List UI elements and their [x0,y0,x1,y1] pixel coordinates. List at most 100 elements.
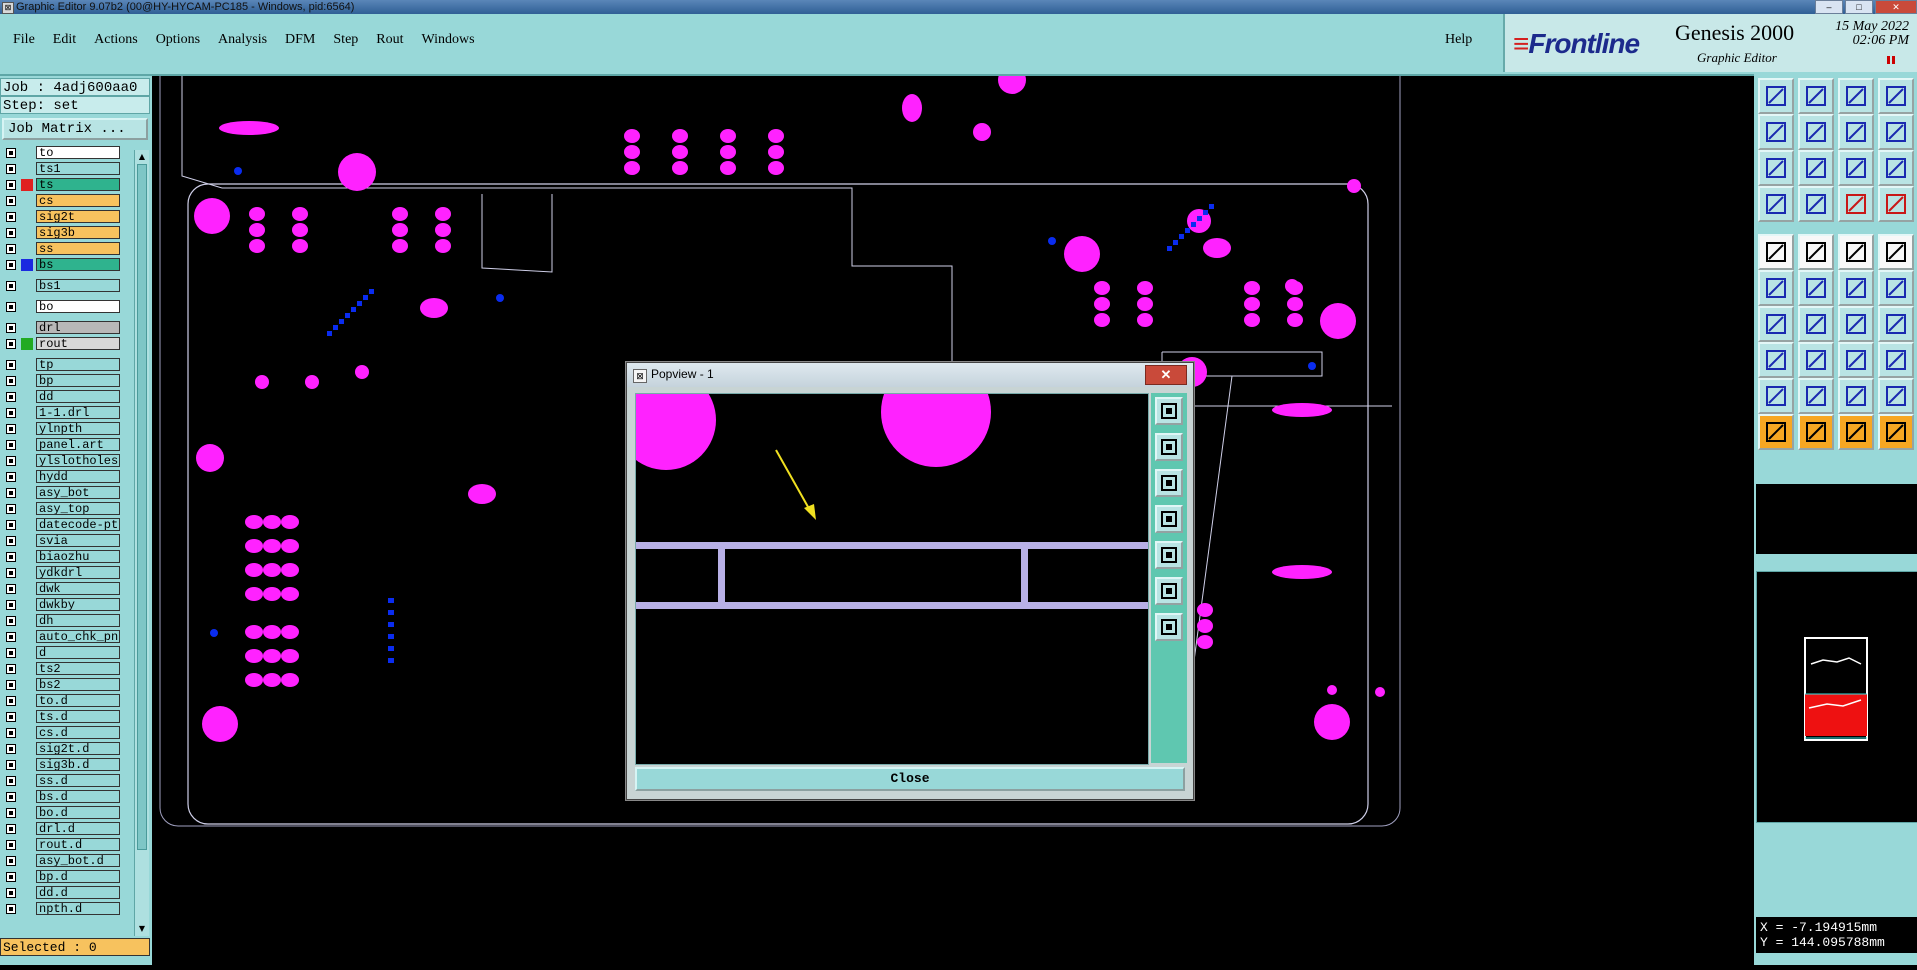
layer-row[interactable]: dwk [0,582,124,596]
arc-shape-edit-icon[interactable] [1878,378,1914,414]
layer-display-color[interactable] [21,338,33,350]
popview-title-bar[interactable]: ⊠ Popview - 1 ✕ [627,363,1193,387]
layer-name[interactable]: sig2t [36,210,120,223]
layer-name[interactable]: ss [36,242,120,255]
layer-row[interactable]: drl.d [0,822,124,836]
layer-row[interactable]: ylslotholes [0,454,124,468]
layer-row[interactable]: ts1 [0,162,124,176]
line-add-icon[interactable] [1758,306,1794,342]
layer-checkbox[interactable] [6,424,16,434]
minimize-button[interactable]: – [1815,0,1843,14]
layer-row[interactable]: sig3b.d [0,758,124,772]
layer-checkbox[interactable] [6,904,16,914]
layer-name[interactable]: bo.d [36,806,120,819]
layer-name[interactable]: rout.d [36,838,120,851]
layer-row[interactable]: datecode-pte [0,518,124,532]
layer-row[interactable]: ss.d [0,774,124,788]
layer-name[interactable]: bs1 [36,279,120,292]
menu-analysis[interactable]: Analysis [217,28,268,52]
layer-checkbox[interactable] [6,584,16,594]
layer-row[interactable]: asy_top [0,502,124,516]
layer-name[interactable]: 1-1.drl [36,406,120,419]
menu-help[interactable]: Help [1445,32,1472,48]
layer-name[interactable]: dd [36,390,120,403]
menu-file[interactable]: File [12,28,36,52]
triangle-edit-icon[interactable] [1798,378,1834,414]
redo-icon[interactable] [1878,114,1914,150]
menu-rout[interactable]: Rout [375,28,404,52]
layer-checkbox[interactable] [6,376,16,386]
align-icon[interactable] [1838,342,1874,378]
layer-name[interactable]: bs [36,258,120,271]
layer-row[interactable]: svia [0,534,124,548]
layer-row[interactable]: biaozhu [0,550,124,564]
layer-row[interactable]: sig3b [0,226,124,240]
node-delete-icon[interactable] [1798,270,1834,306]
layer-checkbox[interactable] [6,323,16,333]
layer-row[interactable]: ts.d [0,710,124,724]
layer-checkbox[interactable] [6,164,16,174]
arc-edit-icon[interactable] [1878,270,1914,306]
layer-row[interactable]: ydkdrl [0,566,124,580]
layer-name[interactable]: bs.d [36,790,120,803]
layer-name[interactable]: bo [36,300,120,313]
layer-compare-icon[interactable] [1838,186,1874,222]
layer-name[interactable]: ydkdrl [36,566,120,579]
snap-grid-icon[interactable] [1798,186,1834,222]
layer-row[interactable]: rout [0,337,124,351]
zoom-home-icon[interactable] [1155,397,1183,425]
layer-checkbox[interactable] [6,616,16,626]
layer-checkbox[interactable] [6,488,16,498]
layer-checkbox[interactable] [6,456,16,466]
layer-row[interactable]: panel.art [0,438,124,452]
layer-name[interactable]: panel.art [36,438,120,451]
arc-shape-icon[interactable] [1838,378,1874,414]
zoom-out-icon[interactable] [1155,469,1183,497]
layer-name[interactable]: ts1 [36,162,120,175]
undo-icon[interactable] [1838,114,1874,150]
layer-row[interactable]: sig2t [0,210,124,224]
rotate-icon[interactable] [1838,306,1874,342]
layer-name[interactable]: svia [36,534,120,547]
layer-name[interactable]: sig3b.d [36,758,120,771]
layer-checkbox[interactable] [6,664,16,674]
layer-compare-icon[interactable] [1878,186,1914,222]
layer-list-scrollbar[interactable]: ▲ ▼ [134,150,149,936]
help-icon[interactable] [1878,150,1914,186]
layer-checkbox[interactable] [6,648,16,658]
layer-checkbox[interactable] [6,808,16,818]
select-icon[interactable] [1758,414,1794,450]
layer-row[interactable]: cs.d [0,726,124,740]
layer-name[interactable]: asy_top [36,502,120,515]
move-pad-icon[interactable] [1758,342,1794,378]
layer-name[interactable]: tp [36,358,120,371]
fit-window-icon[interactable] [1155,577,1183,605]
menu-options[interactable]: Options [155,28,201,52]
layer-checkbox[interactable] [6,244,16,254]
select-move-icon[interactable] [1838,414,1874,450]
layer-name[interactable]: datecode-pte [36,518,120,531]
layer-checkbox[interactable] [6,600,16,610]
layer-checkbox[interactable] [6,712,16,722]
layer-row[interactable]: bo.d [0,806,124,820]
layer-name[interactable]: to.d [36,694,120,707]
layer-name[interactable]: drl.d [36,822,120,835]
layer-checkbox[interactable] [6,196,16,206]
node-add-icon[interactable] [1758,270,1794,306]
layer-checkbox[interactable] [6,792,16,802]
layer-row[interactable]: hydd [0,470,124,484]
menu-step[interactable]: Step [332,28,359,52]
pan-left-icon[interactable] [1155,505,1183,533]
layer-checkbox[interactable] [6,840,16,850]
layer-checkbox[interactable] [6,776,16,786]
save-icon[interactable] [1798,78,1834,114]
move-left-icon[interactable] [1758,114,1794,150]
layer-checkbox[interactable] [6,302,16,312]
window-close-button[interactable]: ✕ [1875,0,1917,14]
layer-checkbox[interactable] [6,856,16,866]
layer-name[interactable]: ts [36,178,120,191]
layer-checkbox[interactable] [6,824,16,834]
layer-checkbox[interactable] [6,568,16,578]
layer-row[interactable]: rout.d [0,838,124,852]
layer-checkbox[interactable] [6,228,16,238]
